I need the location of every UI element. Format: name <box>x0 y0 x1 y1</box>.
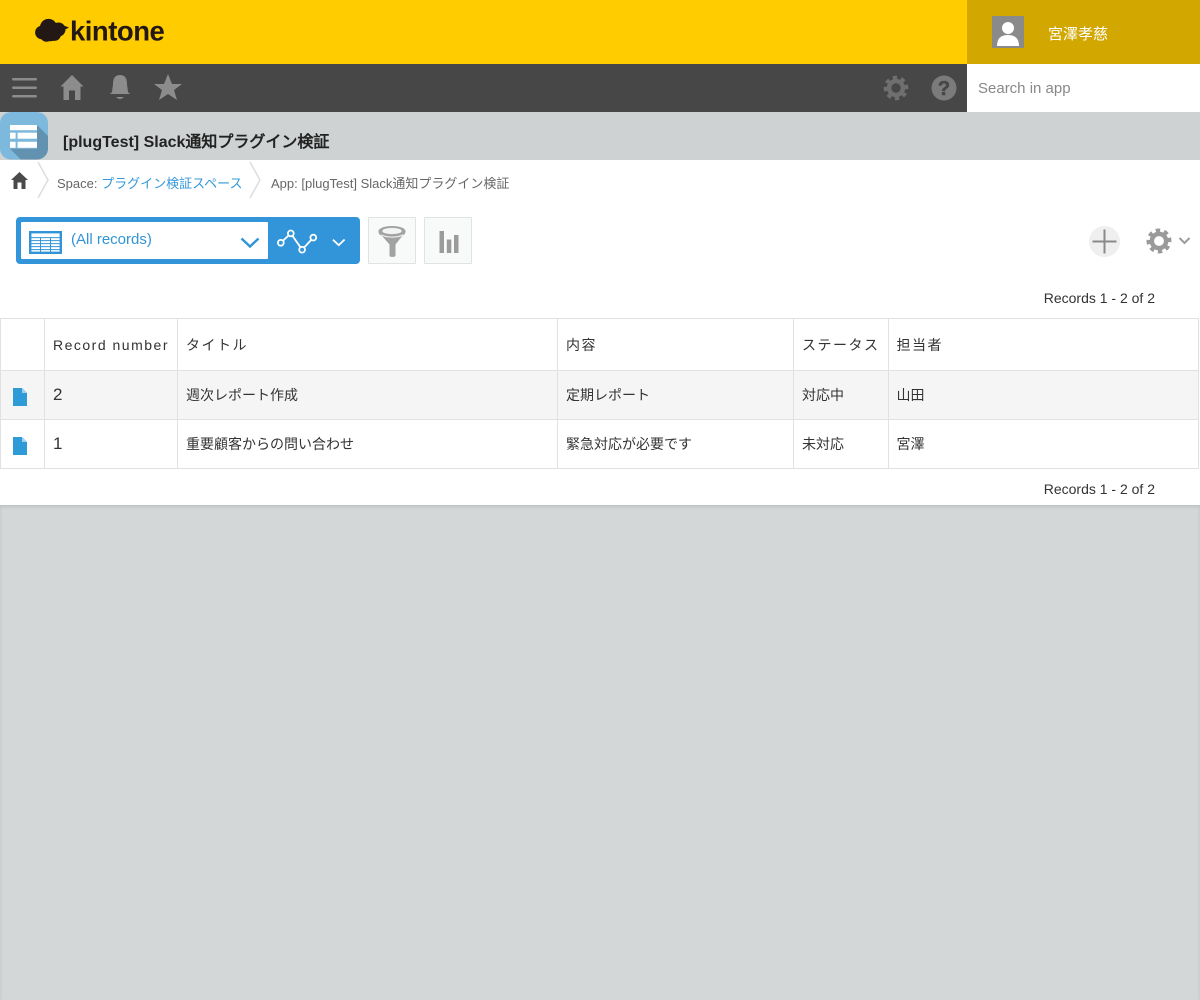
svg-text:kintone: kintone <box>70 18 164 47</box>
svg-text:?: ? <box>938 78 950 100</box>
